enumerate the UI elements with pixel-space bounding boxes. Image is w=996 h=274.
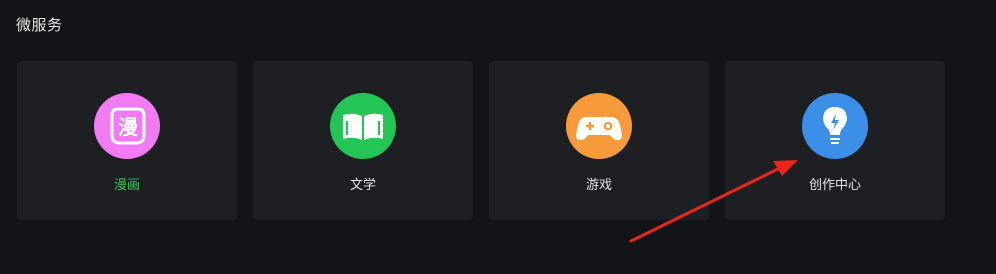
service-card-games[interactable]: 游戏: [489, 61, 709, 220]
lightbulb-icon: [802, 93, 868, 159]
service-card-literature[interactable]: 文学: [253, 61, 473, 220]
manga-icon: 漫: [94, 93, 160, 159]
service-label-manga: 漫画: [113, 178, 140, 193]
service-card-creation-center[interactable]: 创作中心: [725, 61, 945, 220]
service-label-literature: 文学: [349, 178, 376, 193]
manga-icon-glyph: 漫: [118, 115, 139, 139]
service-label-games: 游戏: [585, 178, 612, 193]
service-card-manga[interactable]: 漫 漫画: [17, 61, 237, 220]
service-label-creation-center: 创作中心: [808, 178, 861, 193]
gamepad-icon: [566, 93, 632, 159]
open-book-icon: [330, 93, 396, 159]
section-title: 微服务: [16, 16, 63, 34]
